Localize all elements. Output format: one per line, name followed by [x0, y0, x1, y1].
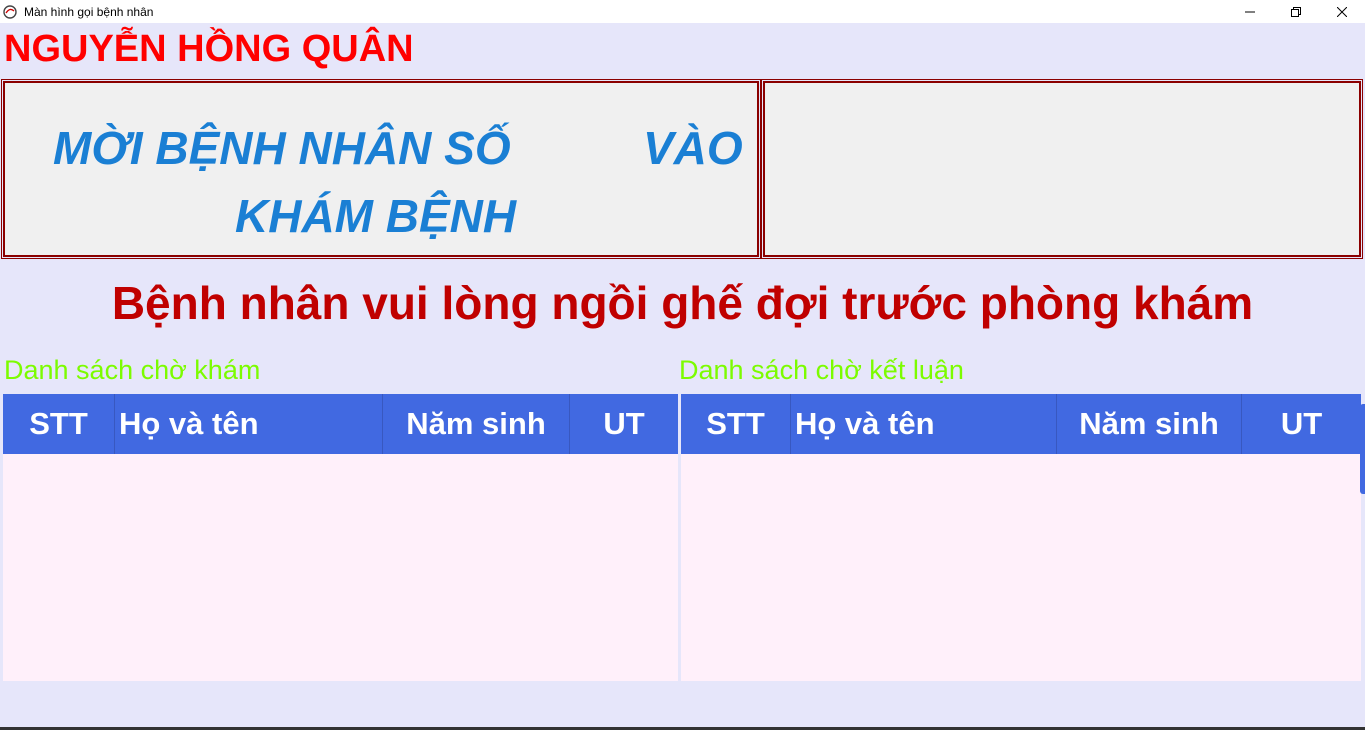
window-controls: [1227, 0, 1365, 23]
notice-message: Bệnh nhân vui lòng ngồi ghế đợi trước ph…: [111, 277, 1254, 329]
waiting-conclusion-grid[interactable]: STT Họ và tên Năm sinh UT: [681, 394, 1361, 681]
column-header-name[interactable]: Họ và tên: [115, 394, 383, 454]
side-scroll-tab[interactable]: [1360, 404, 1365, 494]
column-header-birth-year[interactable]: Năm sinh: [1057, 394, 1242, 454]
waiting-exam-grid[interactable]: STT Họ và tên Năm sinh UT: [3, 394, 678, 681]
column-header-birth-year[interactable]: Năm sinh: [383, 394, 570, 454]
restore-button[interactable]: [1273, 0, 1319, 23]
minimize-button[interactable]: [1227, 0, 1273, 23]
column-header-stt[interactable]: STT: [681, 394, 791, 454]
close-button[interactable]: [1319, 0, 1365, 23]
minimize-icon: [1245, 11, 1255, 12]
call-text-line1-end: VÀO: [643, 122, 743, 174]
column-header-stt[interactable]: STT: [3, 394, 115, 454]
grid-header: STT Họ và tên Năm sinh UT: [681, 394, 1361, 454]
column-header-priority[interactable]: UT: [570, 394, 678, 454]
call-text-line1: MỜI BỆNH NHÂN SỐ: [53, 122, 511, 174]
close-icon: [1337, 6, 1347, 17]
waiting-conclusion-label: Danh sách chờ kết luận: [679, 355, 964, 385]
doctor-name: NGUYỄN HỒNG QUÂN: [4, 28, 414, 70]
restore-icon: [1291, 6, 1301, 17]
window-title: Màn hình gọi bệnh nhân: [24, 4, 154, 19]
column-header-priority[interactable]: UT: [1242, 394, 1361, 454]
call-text-line2: KHÁM BỆNH: [235, 190, 517, 242]
patient-call-panel: MỜI BỆNH NHÂN SỐ VÀO KHÁM BỆNH: [1, 79, 761, 259]
title-bar: Màn hình gọi bệnh nhân: [0, 0, 1365, 23]
side-panel: [761, 79, 1363, 259]
column-header-name[interactable]: Họ và tên: [791, 394, 1057, 454]
grid-header: STT Họ và tên Năm sinh UT: [3, 394, 678, 454]
waiting-exam-label: Danh sách chờ khám: [4, 355, 261, 385]
app-icon: [2, 4, 18, 20]
